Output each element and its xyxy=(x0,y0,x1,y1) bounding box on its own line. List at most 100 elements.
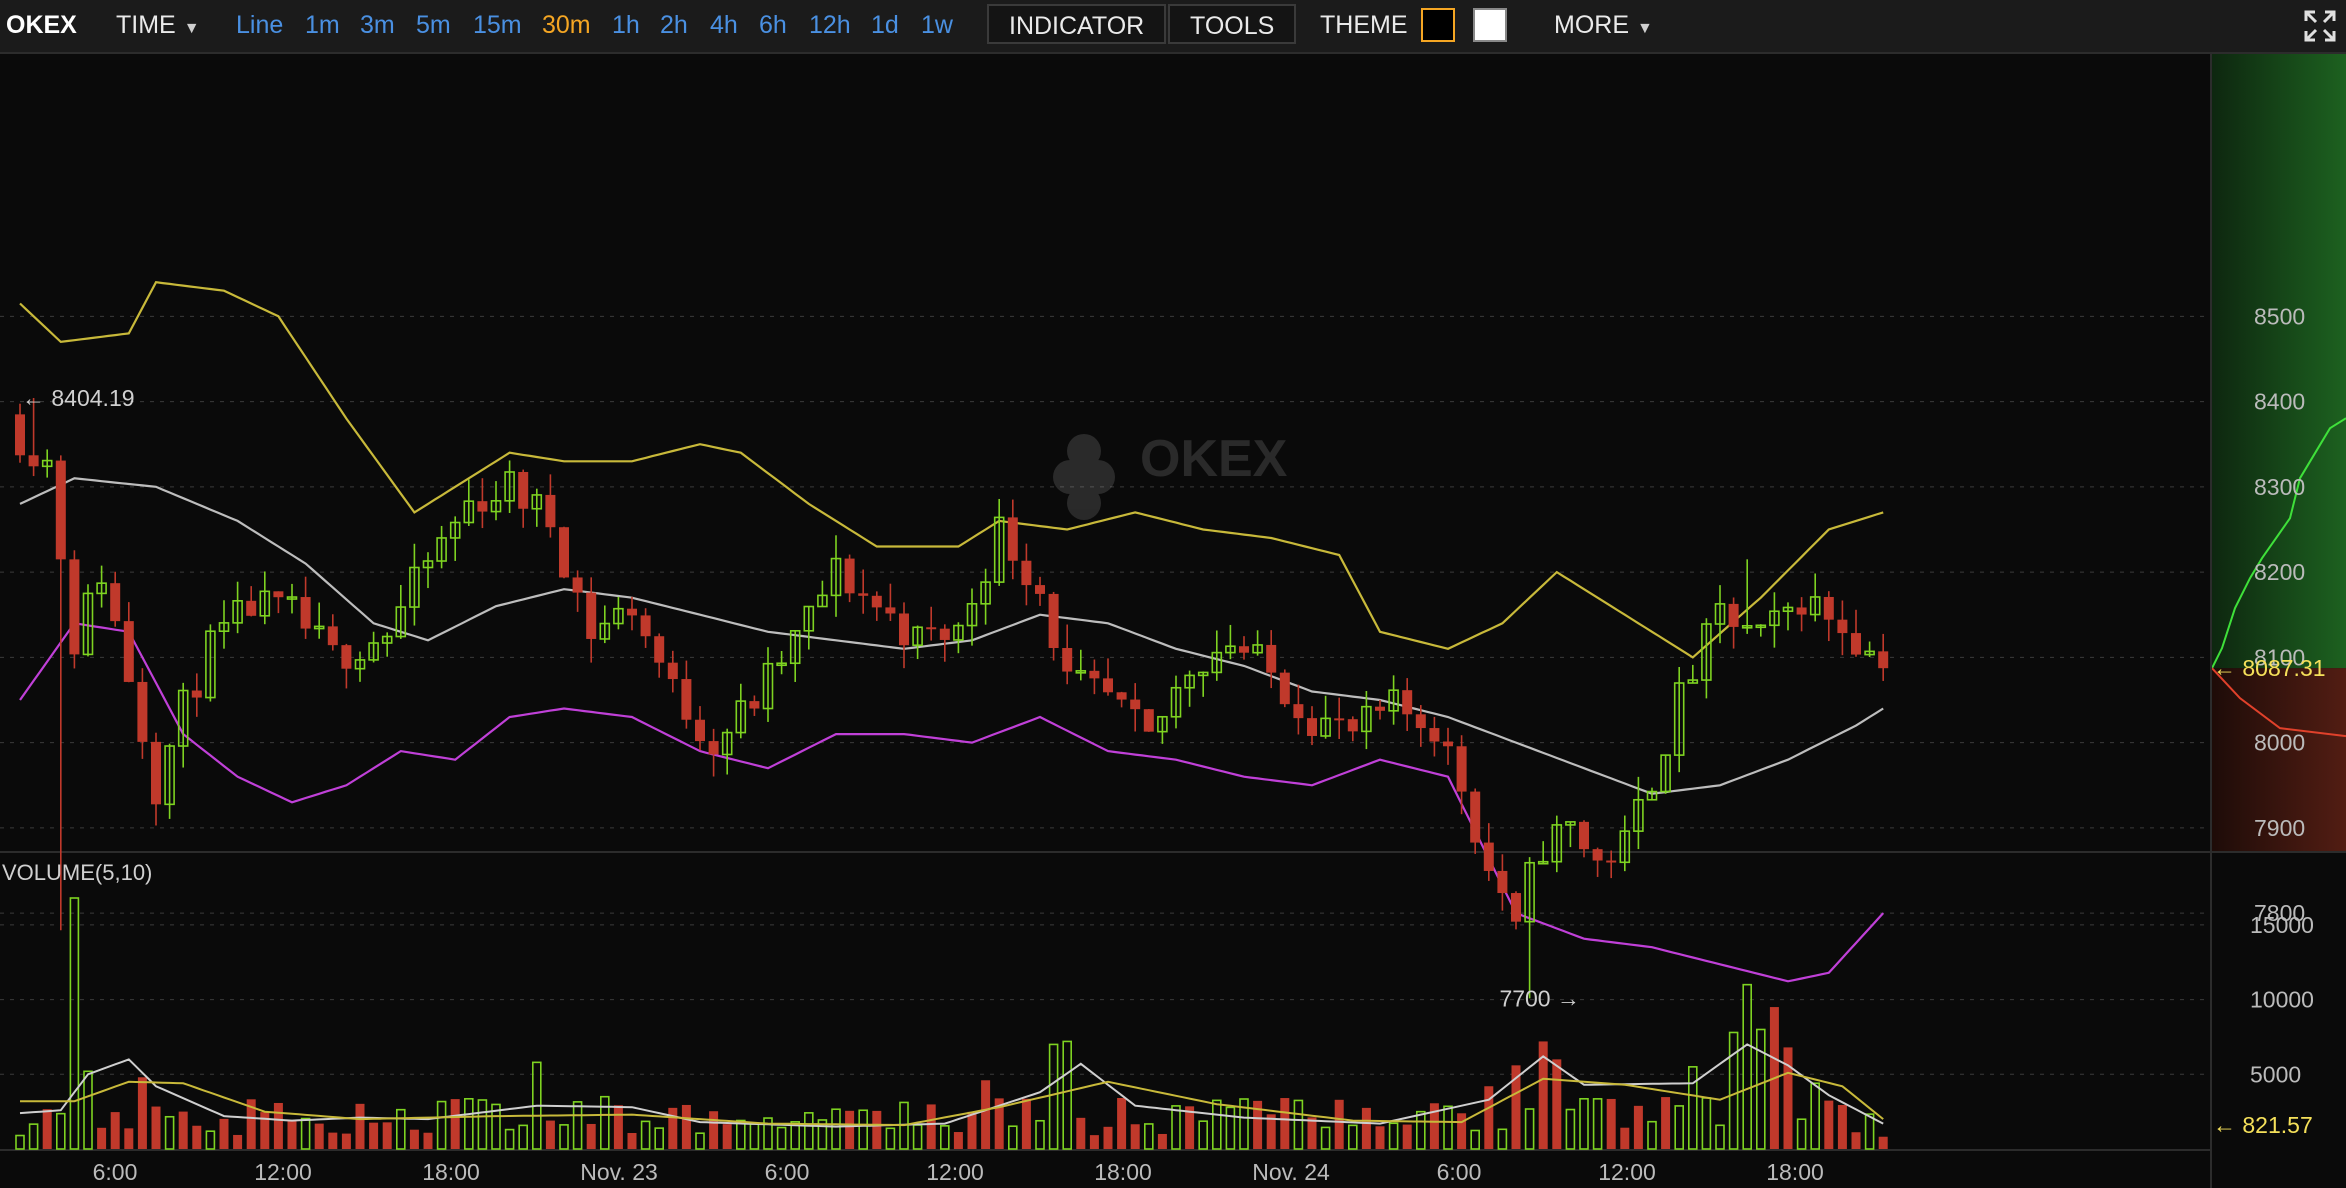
high-price-label: ← 8404.19 xyxy=(22,385,135,411)
candle-body xyxy=(246,600,257,616)
volume-bar xyxy=(1375,1126,1385,1149)
candle-body xyxy=(69,559,80,655)
volume-bar xyxy=(1443,1105,1453,1150)
volume-bar xyxy=(124,1128,134,1149)
more-dropdown[interactable]: MORE ▼ xyxy=(1554,0,1653,50)
interval-15m[interactable]: 15m xyxy=(473,0,522,50)
candle-body xyxy=(191,690,202,698)
candle-body xyxy=(572,577,583,593)
okex-logo-icon xyxy=(1053,434,1115,520)
brand-logo: OKEX xyxy=(6,11,77,39)
volume-bar xyxy=(314,1123,324,1149)
volume-bar xyxy=(845,1110,855,1149)
candle-body xyxy=(1130,699,1141,710)
interval-6h[interactable]: 6h xyxy=(759,0,787,50)
volume-bar xyxy=(1293,1099,1304,1150)
chart-toolbar: OKEX TIME ▼ Line 1m 3m 5m 15m 30m 1h 2h 4… xyxy=(0,0,2346,54)
volume-bar xyxy=(178,1111,188,1149)
volume-bar xyxy=(164,1115,175,1150)
volume-bar xyxy=(1007,1125,1018,1150)
interval-1h[interactable]: 1h xyxy=(612,0,640,50)
volume-bar xyxy=(1320,1126,1331,1150)
time-dropdown[interactable]: TIME ▼ xyxy=(116,0,200,50)
theme-light-swatch[interactable] xyxy=(1473,8,1507,42)
candle-body xyxy=(477,501,488,512)
volume-bar xyxy=(1592,1098,1603,1150)
volume-bar xyxy=(1212,1099,1222,1150)
volume-bar xyxy=(1688,1066,1698,1150)
interval-12h[interactable]: 12h xyxy=(809,0,851,50)
candle-body xyxy=(1103,678,1113,693)
volume-bar xyxy=(83,1070,93,1150)
candle-body xyxy=(1837,619,1848,634)
volume-bar xyxy=(654,1127,665,1150)
volume-bar xyxy=(1497,1128,1508,1150)
time-tick-label: 18:00 xyxy=(422,1159,480,1185)
candle-body xyxy=(1116,692,1127,700)
candle-body xyxy=(627,608,637,616)
volume-bar xyxy=(1810,1082,1820,1150)
volume-bar xyxy=(328,1132,338,1149)
candle-body xyxy=(327,626,338,646)
time-tick-label: 18:00 xyxy=(1094,1159,1152,1185)
volume-bar xyxy=(627,1133,637,1149)
volume-bar xyxy=(1524,1108,1535,1150)
volume-tick-label: 10000 xyxy=(2250,987,2314,1013)
candle-body xyxy=(1266,644,1277,673)
volume-bar xyxy=(233,1134,243,1149)
candle-body xyxy=(1239,646,1249,653)
volume-bar xyxy=(776,1126,787,1150)
candlestick-chart[interactable]: OKEX 78007900800081008200830084008500500… xyxy=(0,54,2346,1188)
volume-bar xyxy=(953,1132,963,1149)
price-tick-label: 8400 xyxy=(2254,389,2305,415)
price-tick-label: 8000 xyxy=(2254,730,2305,756)
candle-body xyxy=(695,719,705,742)
candle-body xyxy=(1062,648,1073,672)
bb-upper-line xyxy=(19,281,1884,659)
candle-body xyxy=(708,741,719,755)
interval-line[interactable]: Line xyxy=(236,0,283,50)
interval-2h[interactable]: 2h xyxy=(660,0,688,50)
volume-bar xyxy=(1837,1105,1847,1149)
chevron-down-icon: ▼ xyxy=(1637,20,1653,37)
candle-body xyxy=(151,741,161,805)
interval-5m[interactable]: 5m xyxy=(416,0,451,50)
volume-bar xyxy=(1361,1107,1371,1149)
volume-bar xyxy=(885,1127,896,1150)
volume-bar xyxy=(858,1109,869,1150)
candle-body xyxy=(137,681,148,742)
volume-bar xyxy=(423,1132,433,1149)
candle-body xyxy=(1279,672,1290,705)
volume-bar xyxy=(1565,1108,1576,1150)
volume-bar xyxy=(1851,1132,1861,1149)
interval-3m[interactable]: 3m xyxy=(360,0,395,50)
interval-30m[interactable]: 30m xyxy=(542,0,591,50)
volume-bar xyxy=(28,1123,39,1150)
volume-bar xyxy=(981,1080,991,1149)
chart-area[interactable]: OKEX 7800 7900 8000 8100 8200 8300 8400 8500 500… xyxy=(0,54,2346,1188)
candle-body xyxy=(871,595,882,608)
volume-bar xyxy=(1606,1098,1616,1149)
volume-bar xyxy=(967,1111,977,1149)
theme-dark-swatch[interactable] xyxy=(1421,8,1455,42)
tools-button[interactable]: TOOLS xyxy=(1168,4,1297,44)
interval-1m[interactable]: 1m xyxy=(305,0,340,50)
indicator-button[interactable]: INDICATOR xyxy=(987,4,1167,44)
fullscreen-icon[interactable] xyxy=(2304,10,2336,42)
volume-bar xyxy=(382,1122,392,1149)
interval-1w[interactable]: 1w xyxy=(921,0,953,50)
volume-bar xyxy=(1796,1118,1807,1150)
volume-bar xyxy=(1348,1124,1358,1150)
candle-body xyxy=(1878,651,1889,669)
volume-bar xyxy=(722,1124,732,1149)
candle-body xyxy=(110,583,121,622)
candle-body xyxy=(667,662,678,680)
interval-1d[interactable]: 1d xyxy=(871,0,899,50)
volume-bar xyxy=(1076,1117,1086,1149)
candle-body xyxy=(1796,607,1807,615)
volume-bar xyxy=(15,1134,25,1150)
volume-bar xyxy=(1661,1097,1671,1149)
interval-4h[interactable]: 4h xyxy=(710,0,738,50)
volume-bar xyxy=(1021,1098,1031,1149)
candle-body xyxy=(341,645,352,669)
